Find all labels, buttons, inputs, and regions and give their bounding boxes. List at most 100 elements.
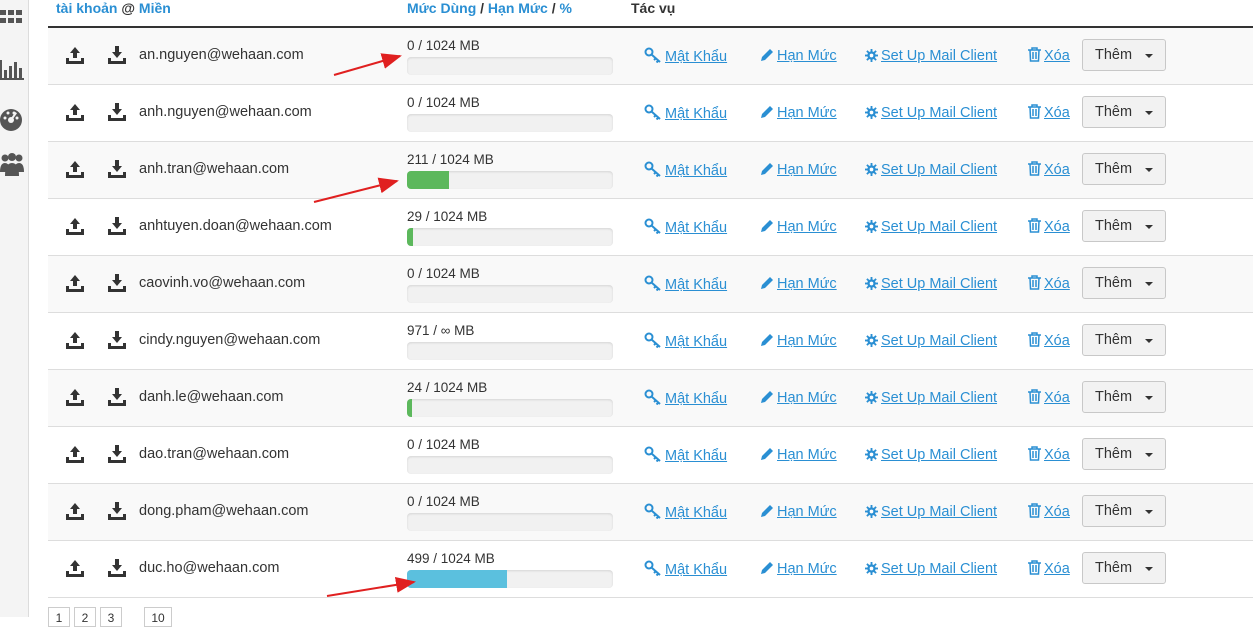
more-dropdown-button[interactable]: Thêm bbox=[1082, 96, 1166, 128]
delete-button[interactable]: Xóa bbox=[1028, 47, 1070, 65]
sort-percent-link[interactable]: % bbox=[560, 0, 572, 16]
setup-mail-client-button[interactable]: Set Up Mail Client bbox=[865, 446, 997, 464]
upload-icon[interactable] bbox=[66, 388, 84, 406]
download-icon[interactable] bbox=[108, 445, 126, 463]
password-button[interactable]: Mật Khẩu bbox=[644, 218, 727, 237]
delete-button[interactable]: Xóa bbox=[1028, 446, 1070, 464]
quota-button[interactable]: Hạn Mức bbox=[760, 446, 837, 464]
password-button[interactable]: Mật Khẩu bbox=[644, 104, 727, 123]
delete-button[interactable]: Xóa bbox=[1028, 275, 1070, 293]
quota-button[interactable]: Hạn Mức bbox=[760, 161, 837, 179]
password-button[interactable]: Mật Khẩu bbox=[644, 389, 727, 408]
more-dropdown-button[interactable]: Thêm bbox=[1082, 324, 1166, 356]
dashboard-gauge-icon[interactable] bbox=[0, 107, 24, 131]
quota-button[interactable]: Hạn Mức bbox=[760, 332, 837, 350]
delete-button[interactable]: Xóa bbox=[1028, 104, 1070, 122]
download-icon[interactable] bbox=[108, 46, 126, 64]
more-dropdown-button[interactable]: Thêm bbox=[1082, 39, 1166, 71]
download-icon[interactable] bbox=[108, 502, 126, 520]
setup-mail-client-button[interactable]: Set Up Mail Client bbox=[865, 332, 997, 350]
account-email: an.nguyen@wehaan.com bbox=[139, 47, 304, 63]
quota-button[interactable]: Hạn Mức bbox=[760, 218, 837, 236]
upload-icon[interactable] bbox=[66, 559, 84, 577]
setup-mail-client-button[interactable]: Set Up Mail Client bbox=[865, 275, 997, 293]
password-button[interactable]: Mật Khẩu bbox=[644, 332, 727, 351]
table-row: danh.le@wehaan.com 24 / 1024 MB Mật Khẩu… bbox=[48, 370, 1253, 427]
grid-icon[interactable] bbox=[0, 8, 24, 32]
sort-account-link[interactable]: tài khoản bbox=[56, 0, 117, 16]
password-button[interactable]: Mật Khẩu bbox=[644, 503, 727, 522]
download-icon[interactable] bbox=[108, 274, 126, 292]
key-icon bbox=[644, 446, 661, 462]
download-icon[interactable] bbox=[108, 103, 126, 121]
page-button-10[interactable]: 10 bbox=[144, 607, 172, 627]
upload-icon[interactable] bbox=[66, 217, 84, 235]
setup-mail-client-button[interactable]: Set Up Mail Client bbox=[865, 104, 997, 122]
usage-quota-text: 211 / 1024 MB bbox=[407, 152, 494, 167]
download-icon[interactable] bbox=[108, 217, 126, 235]
more-dropdown-button[interactable]: Thêm bbox=[1082, 267, 1166, 299]
setup-mail-client-button[interactable]: Set Up Mail Client bbox=[865, 503, 997, 521]
quota-button[interactable]: Hạn Mức bbox=[760, 104, 837, 122]
sort-usage-link[interactable]: Mức Dùng bbox=[407, 0, 476, 16]
download-icon[interactable] bbox=[108, 160, 126, 178]
upload-icon[interactable] bbox=[66, 445, 84, 463]
header-at-sign: @ bbox=[121, 0, 136, 16]
setup-mail-client-button[interactable]: Set Up Mail Client bbox=[865, 389, 997, 407]
password-button[interactable]: Mật Khẩu bbox=[644, 560, 727, 579]
key-icon bbox=[644, 332, 661, 348]
download-icon[interactable] bbox=[108, 331, 126, 349]
users-icon[interactable] bbox=[0, 152, 24, 176]
pencil-icon bbox=[761, 334, 773, 346]
password-button[interactable]: Mật Khẩu bbox=[644, 275, 727, 294]
download-icon[interactable] bbox=[108, 559, 126, 577]
delete-label: Xóa bbox=[1044, 219, 1070, 235]
password-label: Mật Khẩu bbox=[665, 334, 728, 350]
more-dropdown-button[interactable]: Thêm bbox=[1082, 210, 1166, 242]
setup-mail-client-button[interactable]: Set Up Mail Client bbox=[865, 560, 997, 578]
more-dropdown-button[interactable]: Thêm bbox=[1082, 552, 1166, 584]
header-separator: / bbox=[551, 0, 556, 16]
key-icon bbox=[644, 275, 661, 291]
page-button-3[interactable]: 3 bbox=[100, 607, 122, 627]
delete-button[interactable]: Xóa bbox=[1028, 560, 1070, 578]
upload-icon[interactable] bbox=[66, 274, 84, 292]
delete-button[interactable]: Xóa bbox=[1028, 218, 1070, 236]
upload-icon[interactable] bbox=[66, 160, 84, 178]
upload-icon[interactable] bbox=[66, 331, 84, 349]
quota-button[interactable]: Hạn Mức bbox=[760, 47, 837, 65]
download-icon[interactable] bbox=[108, 388, 126, 406]
gear-icon bbox=[865, 163, 878, 176]
upload-icon[interactable] bbox=[66, 502, 84, 520]
upload-icon[interactable] bbox=[66, 103, 84, 121]
more-dropdown-button[interactable]: Thêm bbox=[1082, 153, 1166, 185]
usage-progress-bar bbox=[407, 399, 613, 417]
delete-button[interactable]: Xóa bbox=[1028, 332, 1070, 350]
caret-down-icon bbox=[1145, 510, 1153, 514]
delete-button[interactable]: Xóa bbox=[1028, 503, 1070, 521]
sort-quota-link[interactable]: Hạn Mức bbox=[488, 0, 548, 16]
upload-icon[interactable] bbox=[66, 46, 84, 64]
delete-button[interactable]: Xóa bbox=[1028, 389, 1070, 407]
setup-mail-client-label: Set Up Mail Client bbox=[881, 219, 998, 235]
quota-button[interactable]: Hạn Mức bbox=[760, 560, 837, 578]
setup-mail-client-button[interactable]: Set Up Mail Client bbox=[865, 161, 997, 179]
caret-down-icon bbox=[1145, 567, 1153, 571]
more-dropdown-button[interactable]: Thêm bbox=[1082, 495, 1166, 527]
bar-chart-icon[interactable] bbox=[0, 58, 24, 82]
pencil-icon bbox=[761, 448, 773, 460]
setup-mail-client-button[interactable]: Set Up Mail Client bbox=[865, 218, 997, 236]
more-dropdown-button[interactable]: Thêm bbox=[1082, 438, 1166, 470]
quota-button[interactable]: Hạn Mức bbox=[760, 275, 837, 293]
sort-domain-link[interactable]: Miền bbox=[139, 0, 171, 16]
quota-button[interactable]: Hạn Mức bbox=[760, 503, 837, 521]
password-button[interactable]: Mật Khẩu bbox=[644, 47, 727, 66]
setup-mail-client-button[interactable]: Set Up Mail Client bbox=[865, 47, 997, 65]
delete-button[interactable]: Xóa bbox=[1028, 161, 1070, 179]
page-button-1[interactable]: 1 bbox=[48, 607, 70, 627]
password-button[interactable]: Mật Khẩu bbox=[644, 446, 727, 465]
page-button-2[interactable]: 2 bbox=[74, 607, 96, 627]
more-dropdown-button[interactable]: Thêm bbox=[1082, 381, 1166, 413]
quota-button[interactable]: Hạn Mức bbox=[760, 389, 837, 407]
password-button[interactable]: Mật Khẩu bbox=[644, 161, 727, 180]
